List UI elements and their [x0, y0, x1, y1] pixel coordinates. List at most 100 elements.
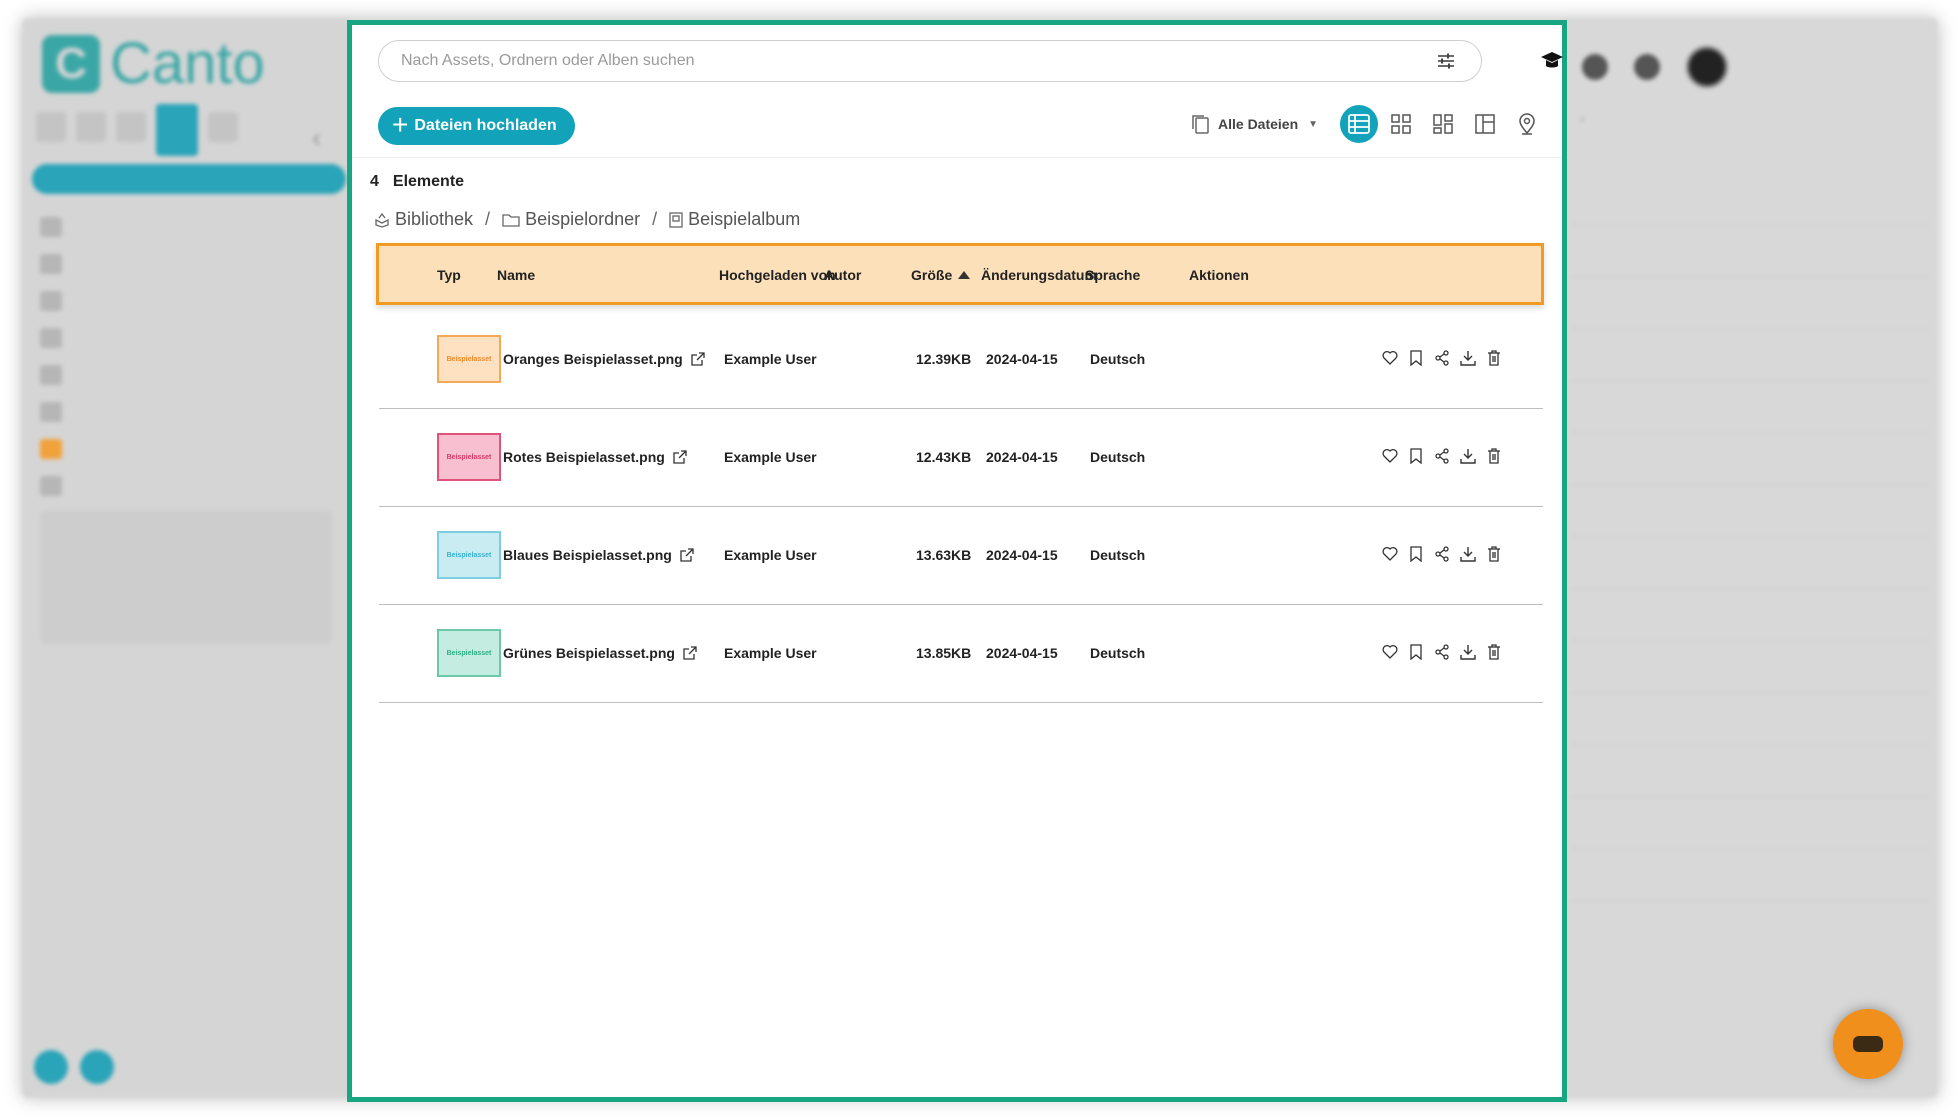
trash-icon[interactable] — [1485, 643, 1502, 660]
sidebar-tab[interactable] — [36, 112, 66, 142]
chat-button[interactable] — [1833, 1009, 1903, 1079]
column-header-type[interactable]: Typ — [437, 267, 461, 283]
search-input[interactable] — [401, 52, 1433, 70]
share-icon[interactable] — [1433, 349, 1450, 366]
sidebar-item[interactable] — [40, 467, 62, 504]
sidebar-pill-button[interactable] — [32, 164, 346, 194]
column-header-size[interactable]: Größe — [911, 267, 971, 283]
column-header-uploaded-by[interactable]: Hochgeladen von — [719, 267, 836, 283]
modified-cell: 2024-04-15 — [986, 547, 1058, 563]
collapse-sidebar-icon[interactable]: ‹ — [312, 122, 321, 154]
split-view-button[interactable] — [1466, 105, 1504, 143]
table-row[interactable]: Beispielasset Rotes Beispielasset.png Ex… — [379, 409, 1543, 507]
favorite-icon[interactable] — [1381, 643, 1398, 660]
download-icon[interactable] — [1459, 447, 1476, 464]
breadcrumb-item-album[interactable]: Beispielalbum — [669, 209, 800, 230]
filter-item[interactable] — [1572, 330, 1928, 382]
masonry-view-icon — [1433, 114, 1453, 134]
favorite-icon[interactable] — [1381, 349, 1398, 366]
share-icon[interactable] — [1433, 545, 1450, 562]
table-row[interactable]: Beispielasset Grünes Beispielasset.png E… — [379, 605, 1543, 703]
open-external-icon[interactable] — [691, 352, 705, 366]
column-header-language[interactable]: Sprache — [1085, 267, 1140, 283]
list-view-button[interactable] — [1340, 105, 1379, 143]
sidebar-item[interactable] — [40, 430, 62, 467]
breadcrumb-label: Bibliothek — [395, 209, 474, 229]
breadcrumb-item-folder[interactable]: Beispielordner — [502, 209, 640, 230]
filter-item[interactable] — [1572, 538, 1928, 590]
help-circle-button[interactable] — [34, 1050, 68, 1084]
sidebar-tab[interactable] — [76, 112, 106, 142]
share-icon[interactable] — [1433, 643, 1450, 660]
sidebar-item[interactable] — [40, 356, 62, 393]
filter-item[interactable] — [1572, 434, 1928, 486]
notification-bell-icon[interactable] — [1634, 54, 1660, 80]
asset-name[interactable]: Oranges Beispielasset.png — [503, 351, 683, 367]
download-icon[interactable] — [1459, 643, 1476, 660]
graduation-cap-icon[interactable] — [1540, 49, 1564, 73]
sidebar-tab[interactable] — [208, 112, 238, 142]
sidebar-item[interactable] — [40, 282, 62, 319]
asset-thumbnail[interactable]: Beispielasset — [437, 433, 501, 481]
filter-item[interactable] — [1572, 590, 1928, 642]
asset-name-cell: Rotes Beispielasset.png — [503, 449, 687, 465]
settings-circle-button[interactable] — [80, 1050, 114, 1084]
bookmark-icon[interactable] — [1407, 349, 1424, 366]
bookmark-icon[interactable] — [1407, 447, 1424, 464]
sidebar-tabs — [36, 104, 238, 156]
column-header-modified[interactable]: Änderungsdatum — [981, 267, 1097, 283]
filter-item[interactable] — [1572, 174, 1928, 226]
share-icon[interactable] — [1433, 447, 1450, 464]
all-files-dropdown[interactable]: Alle Dateien ▼ — [1190, 113, 1318, 135]
column-header-name[interactable]: Name — [497, 267, 535, 283]
trash-icon[interactable] — [1485, 447, 1502, 464]
grid-view-button[interactable] — [1382, 105, 1420, 143]
filter-item[interactable] — [1572, 798, 1928, 850]
download-icon[interactable] — [1459, 545, 1476, 562]
open-external-icon[interactable] — [680, 548, 694, 562]
filter-item[interactable] — [1572, 746, 1928, 798]
table-row[interactable]: Beispielasset Blaues Beispielasset.png E… — [379, 507, 1543, 605]
all-files-label: Alle Dateien — [1218, 116, 1299, 132]
asset-name[interactable]: Rotes Beispielasset.png — [503, 449, 665, 465]
chevron-right-icon[interactable]: › — [1580, 110, 1585, 126]
sidebar-item[interactable] — [40, 319, 62, 356]
masonry-view-button[interactable] — [1424, 105, 1462, 143]
breadcrumb-label: Beispielordner — [525, 209, 641, 229]
sidebar-tab[interactable] — [116, 112, 146, 142]
bookmark-icon[interactable] — [1407, 545, 1424, 562]
filter-item[interactable] — [1572, 486, 1928, 538]
filter-item[interactable] — [1572, 850, 1928, 902]
filter-item[interactable] — [1572, 278, 1928, 330]
sliders-icon[interactable] — [1433, 48, 1459, 74]
sidebar-tab-library[interactable] — [156, 104, 198, 156]
asset-thumbnail[interactable]: Beispielasset — [437, 531, 501, 579]
filter-item[interactable] — [1572, 226, 1928, 278]
avatar[interactable] — [1686, 46, 1728, 88]
column-header-author[interactable]: Autor — [824, 267, 861, 283]
open-external-icon[interactable] — [673, 450, 687, 464]
asset-name[interactable]: Blaues Beispielasset.png — [503, 547, 672, 563]
trash-icon[interactable] — [1485, 545, 1502, 562]
sidebar-item[interactable] — [40, 245, 62, 282]
asset-name[interactable]: Grünes Beispielasset.png — [503, 645, 675, 661]
bookmark-icon[interactable] — [1407, 643, 1424, 660]
favorite-icon[interactable] — [1381, 447, 1398, 464]
breadcrumb-item-library[interactable]: Bibliothek — [374, 209, 473, 230]
modified-cell: 2024-04-15 — [986, 351, 1058, 367]
table-row[interactable]: Beispielasset Oranges Beispielasset.png … — [379, 311, 1543, 409]
map-view-button[interactable] — [1508, 105, 1546, 143]
help-icon[interactable] — [1582, 54, 1608, 80]
filter-item[interactable] — [1572, 382, 1928, 434]
upload-files-button[interactable]: + Dateien hochladen — [378, 107, 575, 145]
favorite-icon[interactable] — [1381, 545, 1398, 562]
sidebar-item[interactable] — [40, 208, 62, 245]
open-external-icon[interactable] — [683, 646, 697, 660]
asset-thumbnail[interactable]: Beispielasset — [437, 629, 501, 677]
filter-item[interactable] — [1572, 642, 1928, 694]
asset-thumbnail[interactable]: Beispielasset — [437, 335, 501, 383]
sidebar-item[interactable] — [40, 393, 62, 430]
download-icon[interactable] — [1459, 349, 1476, 366]
trash-icon[interactable] — [1485, 349, 1502, 366]
filter-item[interactable] — [1572, 694, 1928, 746]
